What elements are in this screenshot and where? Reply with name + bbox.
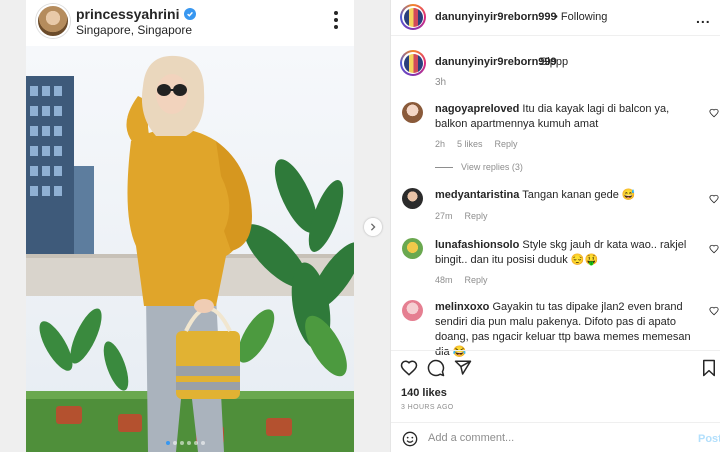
side-header-username[interactable]: danunyinyir9reborn999 — [435, 11, 557, 23]
side-header: danunyinyir9reborn999 • Following ... — [391, 0, 720, 36]
commenter-avatar[interactable] — [402, 238, 423, 259]
reply-button[interactable]: Reply — [465, 211, 488, 221]
comment-body: lunafashionsolo Style skg jauh dr kata w… — [435, 238, 691, 268]
caption-time[interactable]: 3h — [435, 77, 446, 88]
post-photo[interactable] — [26, 46, 354, 452]
caption-text: Sippp — [540, 56, 569, 68]
commenter-avatar[interactable] — [402, 102, 423, 123]
media-panel: princessyahrini Singapore, Singapore — [0, 0, 390, 452]
view-replies-label[interactable]: View replies (3) — [461, 162, 523, 172]
carousel-dot — [194, 441, 198, 445]
carousel-dot — [173, 441, 177, 445]
comment-meta: 27m Reply — [435, 211, 488, 221]
carousel-dot — [187, 441, 191, 445]
reply-button[interactable]: Reply — [465, 275, 488, 285]
comment-time[interactable]: 48m — [435, 275, 453, 285]
action-bar — [391, 350, 720, 380]
comment-meta: 2h 5 likes Reply — [435, 139, 518, 149]
comment-body: nagoyapreloved Itu dia kayak lagi di bal… — [435, 102, 691, 132]
heart-icon[interactable] — [709, 244, 719, 257]
verified-badge-icon — [183, 8, 196, 20]
heart-icon[interactable] — [709, 194, 719, 207]
post-header: princessyahrini Singapore, Singapore — [26, 0, 354, 46]
carousel-dots — [166, 441, 205, 445]
comment-input[interactable] — [428, 432, 678, 444]
reply-button[interactable]: Reply — [495, 139, 518, 149]
more-options-icon[interactable]: ... — [696, 10, 711, 26]
comment-likes[interactable]: 5 likes — [457, 139, 483, 149]
comment-icon[interactable] — [427, 359, 445, 377]
carousel-dot — [166, 441, 170, 445]
heart-icon[interactable] — [400, 359, 418, 377]
follow-status[interactable]: • Following — [554, 11, 607, 23]
follow-status-label[interactable]: Following — [561, 11, 607, 23]
caption-username[interactable]: danunyinyir9reborn999 — [435, 56, 557, 68]
share-icon[interactable] — [454, 359, 472, 377]
comment-meta: 48m Reply — [435, 275, 488, 285]
post-card: princessyahrini Singapore, Singapore — [26, 0, 354, 452]
emoji-icon[interactable] — [402, 431, 418, 447]
view-replies-button[interactable]: View replies (3) — [435, 162, 523, 172]
caption-avatar[interactable] — [400, 50, 426, 76]
separator-dot: • — [554, 11, 558, 23]
commenter-avatar[interactable] — [402, 188, 423, 209]
post-author[interactable]: princessyahrini — [76, 6, 196, 22]
post-author-avatar[interactable] — [36, 4, 70, 38]
post-button[interactable]: Post — [698, 433, 720, 445]
comment-username[interactable]: medyantaristina — [435, 189, 519, 201]
comment-time[interactable]: 27m — [435, 211, 453, 221]
comment-time[interactable]: 2h — [435, 139, 445, 149]
side-header-avatar[interactable] — [400, 4, 426, 30]
post-options-icon[interactable] — [326, 8, 346, 32]
post-location[interactable]: Singapore, Singapore — [76, 23, 192, 37]
comment-body: medyantaristina Tangan kanan gede 😅 — [435, 188, 691, 203]
heart-icon[interactable] — [709, 306, 719, 319]
carousel-dot — [180, 441, 184, 445]
replies-divider — [435, 166, 453, 168]
heart-icon[interactable] — [709, 108, 719, 121]
bookmark-icon[interactable] — [701, 359, 719, 377]
add-comment-bar: Post — [391, 422, 720, 452]
chevron-right-icon[interactable] — [364, 218, 382, 236]
comment-username[interactable]: lunafashionsolo — [435, 239, 519, 251]
carousel-dot — [201, 441, 205, 445]
comment-text: Tangan kanan gede 😅 — [522, 189, 636, 201]
comment-username[interactable]: nagoyapreloved — [435, 103, 519, 115]
comments-panel: danunyinyir9reborn999 • Following ... da… — [390, 0, 720, 452]
likes-count[interactable]: 140 likes — [401, 387, 447, 399]
comment-username[interactable]: melinxoxo — [435, 301, 489, 313]
commenter-avatar[interactable] — [402, 300, 423, 321]
post-timestamp: 3 HOURS AGO — [401, 404, 454, 411]
post-author-username[interactable]: princessyahrini — [76, 6, 180, 22]
